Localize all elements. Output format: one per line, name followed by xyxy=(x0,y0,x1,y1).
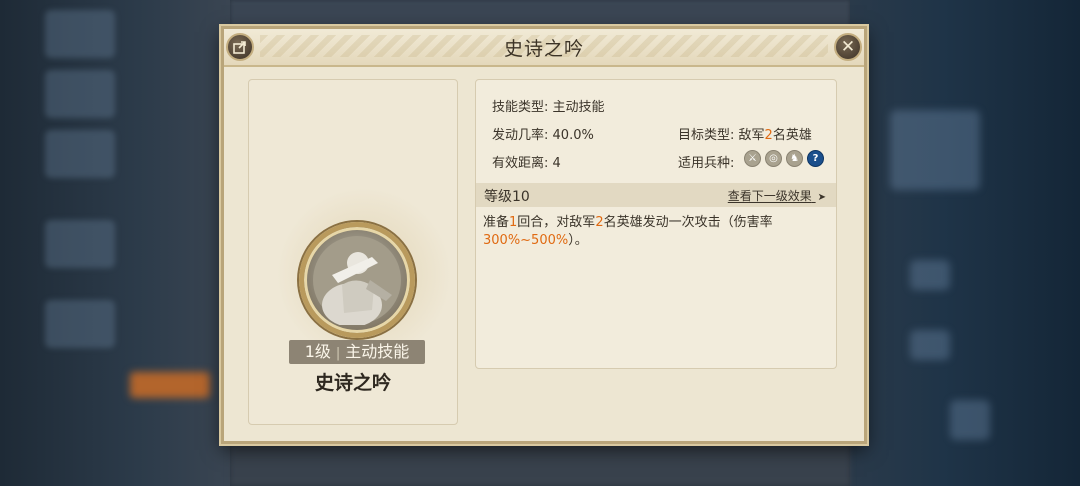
close-button[interactable]: ✕ xyxy=(834,33,862,61)
question-icon[interactable]: ? xyxy=(807,150,824,167)
dialog-header: 史诗之吟 ✕ xyxy=(224,29,864,67)
sword-icon[interactable]: ⚔ xyxy=(744,150,761,167)
skill-dialog: 史诗之吟 ✕ 1级 | 主动技能 史诗之吟 技能类型: 主动技能 发动几率: 4… xyxy=(221,26,867,444)
skill-summary-panel: 1级 | 主动技能 史诗之吟 xyxy=(248,79,459,425)
target-icon[interactable]: ◎ xyxy=(765,150,782,167)
skill-name: 史诗之吟 xyxy=(314,372,391,394)
troop-type-row: 适用兵种: xyxy=(678,152,734,171)
current-level: 等级10 xyxy=(484,189,530,205)
skill-level: 1级 xyxy=(304,342,331,361)
warrior-portrait-icon xyxy=(299,222,415,338)
range-value: 4 xyxy=(552,156,561,171)
target-count: 2 xyxy=(764,128,773,143)
level-bar: 等级10 查看下一级效果 ➤ xyxy=(476,183,836,207)
skill-type-label: 技能类型: xyxy=(492,100,549,115)
trigger-rate-row: 发动几率: 40.0% xyxy=(492,124,594,143)
skill-type-row: 技能类型: 主动技能 xyxy=(492,96,605,115)
dialog-title: 史诗之吟 xyxy=(503,38,584,60)
target-prefix: 敌军 xyxy=(738,128,765,143)
troop-type-label: 适用兵种: xyxy=(678,156,735,171)
skill-detail-panel: 技能类型: 主动技能 发动几率: 40.0% 目标类型: 敌军2名英雄 有效距离… xyxy=(475,79,837,369)
range-row: 有效距离: 4 xyxy=(492,152,561,171)
target-suffix: 名英雄 xyxy=(772,128,812,143)
arrow-right-icon: ➤ xyxy=(817,192,826,203)
skill-description: 准备1回合，对敌军2名英雄发动一次攻击（伤害率 300%~500%）。 xyxy=(483,215,773,248)
skill-type-badge: 主动技能 xyxy=(345,342,410,361)
horse-icon[interactable]: ♞ xyxy=(786,150,803,167)
next-level-label: 查看下一级效果 xyxy=(727,189,812,203)
skill-type-value: 主动技能 xyxy=(552,100,605,115)
troop-icons: ⚔ ◎ ♞ ? xyxy=(744,150,824,167)
close-icon: ✕ xyxy=(840,37,856,57)
next-level-link[interactable]: 查看下一级效果 ➤ xyxy=(728,187,826,204)
target-type-label: 目标类型: xyxy=(678,128,735,143)
trigger-rate-label: 发动几率: xyxy=(492,128,549,143)
skill-level-badge: 1级 | 主动技能 xyxy=(289,340,425,364)
target-type-row: 目标类型: 敌军2名英雄 xyxy=(678,124,812,143)
trigger-rate-value: 40.0% xyxy=(552,128,594,143)
range-label: 有效距离: xyxy=(492,156,549,171)
